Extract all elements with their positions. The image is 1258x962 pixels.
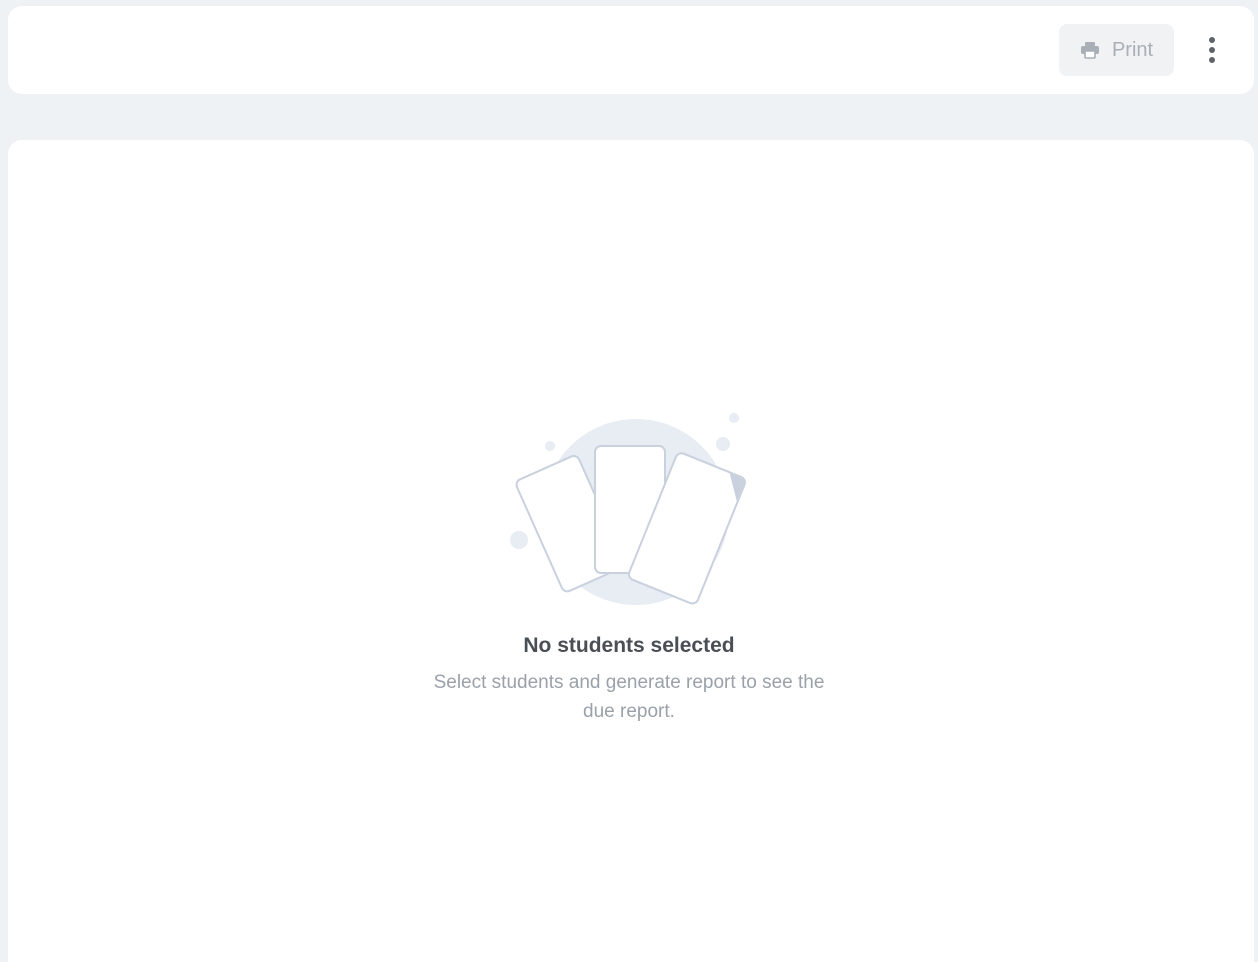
illustration-dot bbox=[716, 437, 730, 451]
printer-icon bbox=[1080, 42, 1099, 59]
illustration-dot bbox=[510, 531, 528, 549]
more-options-button[interactable] bbox=[1200, 34, 1224, 66]
more-vertical-icon bbox=[1209, 37, 1215, 43]
illustration-dot bbox=[545, 441, 555, 451]
print-button-label: Print bbox=[1111, 38, 1154, 61]
illustration-dot bbox=[729, 413, 739, 423]
empty-state-title: No students selected bbox=[523, 634, 735, 657]
empty-state-subtitle: Select students and generate report to s… bbox=[433, 672, 825, 722]
print-button[interactable]: Print bbox=[1059, 24, 1174, 76]
empty-cards-illustration bbox=[510, 413, 746, 605]
top-toolbar: Print bbox=[8, 6, 1254, 94]
